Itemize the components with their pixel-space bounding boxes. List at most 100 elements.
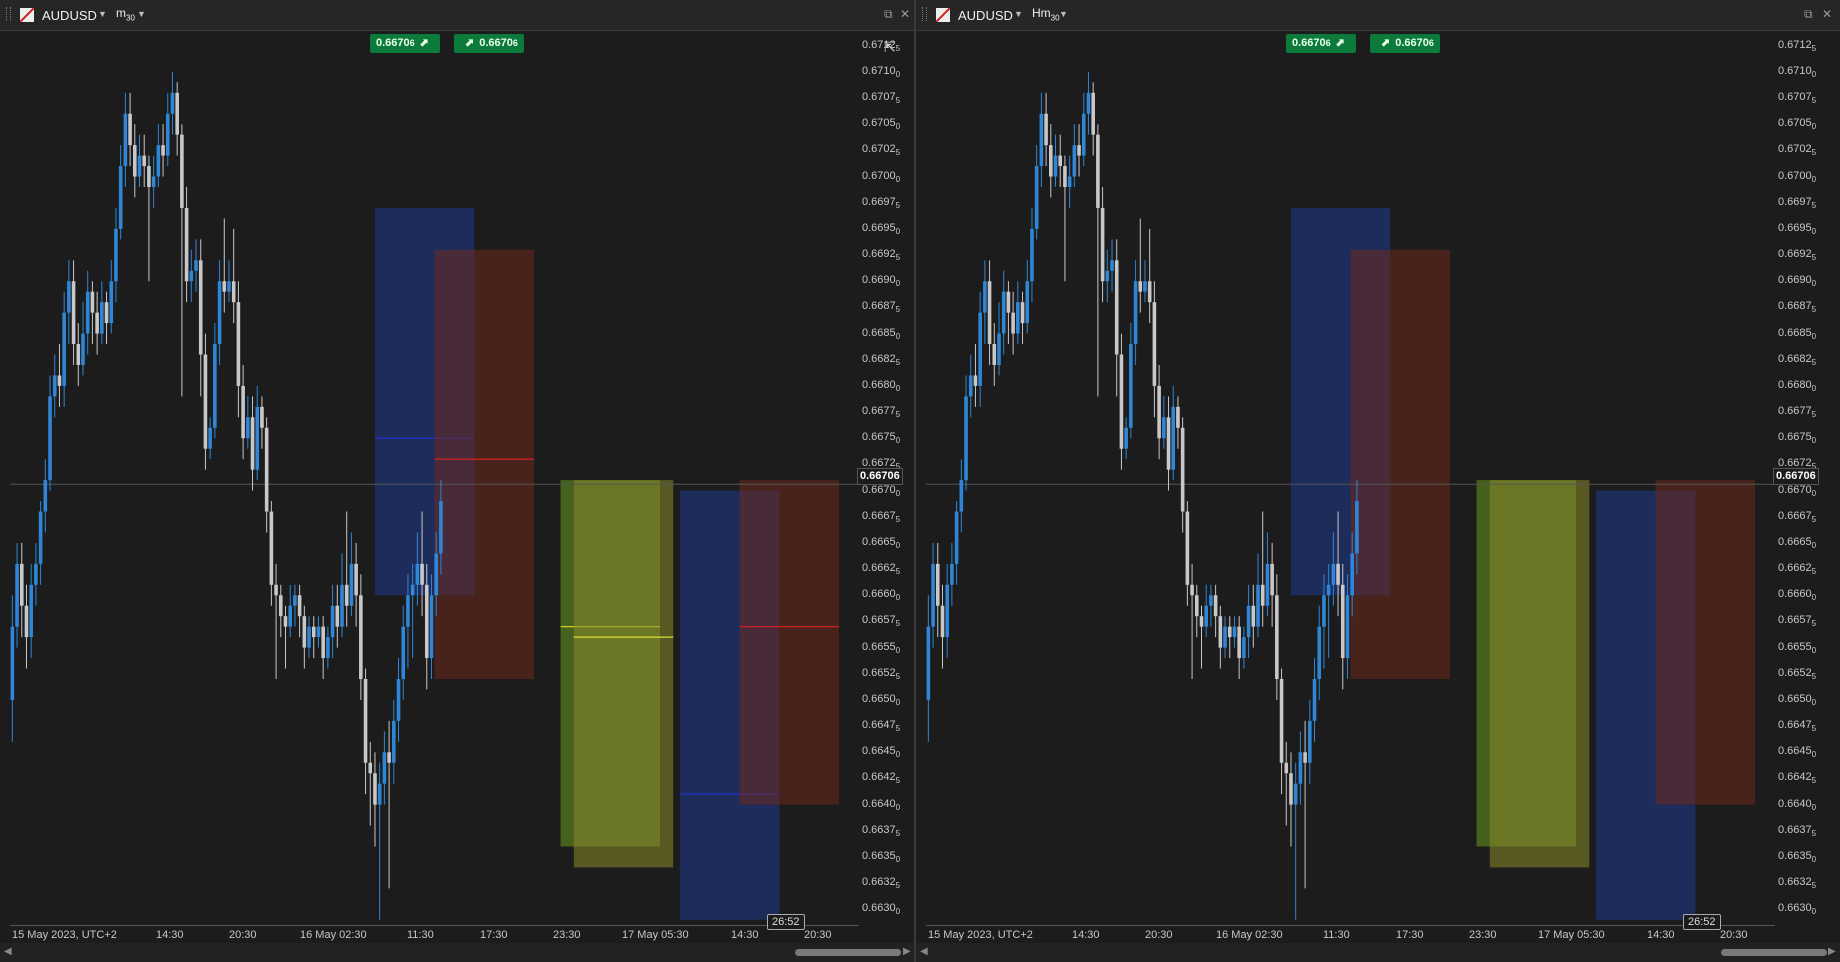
candle [297, 584, 302, 638]
candle-body [316, 626, 321, 638]
candle-body [1096, 134, 1100, 208]
trade-zone-olive[interactable] [1489, 480, 1590, 868]
timeframe-selector[interactable]: Hm30 [1032, 6, 1060, 22]
candle-body [288, 605, 293, 627]
candle-body [1345, 595, 1350, 659]
trade-zone-red[interactable] [1350, 249, 1450, 680]
price-tick-label: 0.66600 [862, 588, 901, 603]
drag-grip-icon[interactable] [6, 7, 11, 21]
candle-body [1256, 584, 1260, 627]
candle-body [100, 302, 104, 334]
candle [236, 281, 241, 418]
price-chart[interactable] [926, 30, 1775, 925]
trade-zone-red[interactable] [739, 480, 840, 805]
candle-body [368, 762, 373, 774]
candle-body [1157, 385, 1161, 439]
drag-grip-icon[interactable] [922, 7, 927, 21]
symbol-dropdown-icon[interactable]: ▼ [1014, 9, 1023, 19]
candle [1308, 699, 1312, 784]
candle-body [1242, 637, 1246, 659]
chart-pane-right: AUDUSD ▼ Hm30 ▼ ⧉ ✕ 0.66706 ⬈ ⬈ 0.66706 0.… [916, 0, 1840, 962]
candle [175, 82, 179, 156]
candle [1298, 731, 1303, 805]
candle-body [321, 626, 325, 659]
candle [29, 563, 33, 659]
scroll-left-icon[interactable]: ◀ [920, 946, 928, 957]
candle-body [297, 595, 302, 617]
close-icon[interactable]: ✕ [900, 7, 910, 21]
candle [926, 595, 931, 742]
candle-body [1034, 166, 1039, 229]
timeframe-dropdown-icon[interactable]: ▼ [1059, 9, 1068, 19]
candle [52, 354, 57, 418]
candle [217, 260, 222, 365]
candle-body [1355, 501, 1359, 554]
symbol-dropdown-icon[interactable]: ▼ [98, 9, 107, 19]
candle-body [1114, 260, 1119, 355]
symbol-name[interactable]: AUDUSD [958, 8, 1013, 23]
trade-zone-olive[interactable] [573, 480, 674, 868]
candle-body [180, 134, 184, 208]
candle-body [184, 207, 189, 282]
candle [1237, 616, 1241, 680]
trade-zone-red[interactable] [1655, 480, 1756, 805]
candle [1227, 616, 1232, 659]
price-tick-label: 0.66350 [862, 849, 901, 865]
candle [1152, 281, 1157, 418]
candle-body [359, 595, 363, 680]
detach-window-icon[interactable]: ⧉ [884, 7, 893, 22]
candle-body [945, 584, 949, 638]
price-chart[interactable] [10, 30, 859, 925]
scroll-right-icon[interactable]: ▶ [903, 946, 911, 957]
price-tick-label: 0.66375 [862, 823, 901, 838]
time-axis[interactable]: 15 May 2023, UTC+2 14:30 20:30 16 May 02:30… [10, 925, 859, 944]
price-tick-label: 0.66750 [862, 431, 901, 446]
timeframe-selector[interactable]: m30 [116, 6, 135, 22]
detach-window-icon[interactable]: ⧉ [1804, 7, 1813, 22]
close-icon[interactable]: ✕ [1822, 7, 1832, 21]
scrollbar-thumb[interactable] [795, 949, 901, 956]
candle [1166, 396, 1171, 491]
candle [1081, 92, 1086, 167]
trade-zone-red[interactable] [434, 249, 534, 680]
candle [132, 124, 137, 198]
candle-body [326, 637, 330, 659]
scroll-right-icon[interactable]: ▶ [1828, 946, 1836, 957]
candle [1086, 71, 1091, 135]
candle-body [170, 92, 175, 114]
candle [349, 532, 354, 617]
time-axis[interactable]: 15 May 2023, UTC+2 14:30 20:30 16 May 02:30… [926, 925, 1775, 944]
candle [1251, 584, 1256, 648]
candle-body [293, 595, 297, 606]
candle-body [1072, 145, 1077, 177]
candle [1242, 626, 1246, 669]
candle [38, 501, 43, 585]
timeframe-dropdown-icon[interactable]: ▼ [137, 9, 146, 19]
price-tick-label: 0.66900 [862, 274, 901, 289]
candle [1284, 741, 1289, 826]
horizontal-scrollbar[interactable]: ◀ ▶ [0, 943, 914, 962]
candle-body [147, 166, 151, 188]
candle-body [1147, 281, 1152, 303]
candle-body [1058, 155, 1063, 167]
candle [1275, 574, 1279, 700]
candle [326, 626, 330, 669]
candle-body [48, 396, 52, 481]
price-tick-label: 0.66600 [1778, 588, 1817, 603]
candle [1072, 124, 1077, 188]
symbol-name[interactable]: AUDUSD [42, 8, 97, 23]
candle [67, 260, 71, 345]
scrollbar-thumb[interactable] [1721, 949, 1827, 956]
candle [1209, 584, 1213, 627]
price-tick-label: 0.66425 [1778, 771, 1817, 786]
candle-body [1336, 563, 1340, 585]
candle-body [311, 626, 316, 638]
candle-body [67, 281, 71, 313]
candle-body [1100, 207, 1105, 282]
horizontal-scrollbar[interactable]: ◀ ▶ [916, 943, 1840, 962]
candle-body [349, 563, 354, 606]
price-tick-label: 0.67025 [1778, 143, 1817, 158]
candle-body [983, 281, 987, 313]
scroll-left-icon[interactable]: ◀ [4, 946, 12, 957]
candle [246, 396, 250, 449]
